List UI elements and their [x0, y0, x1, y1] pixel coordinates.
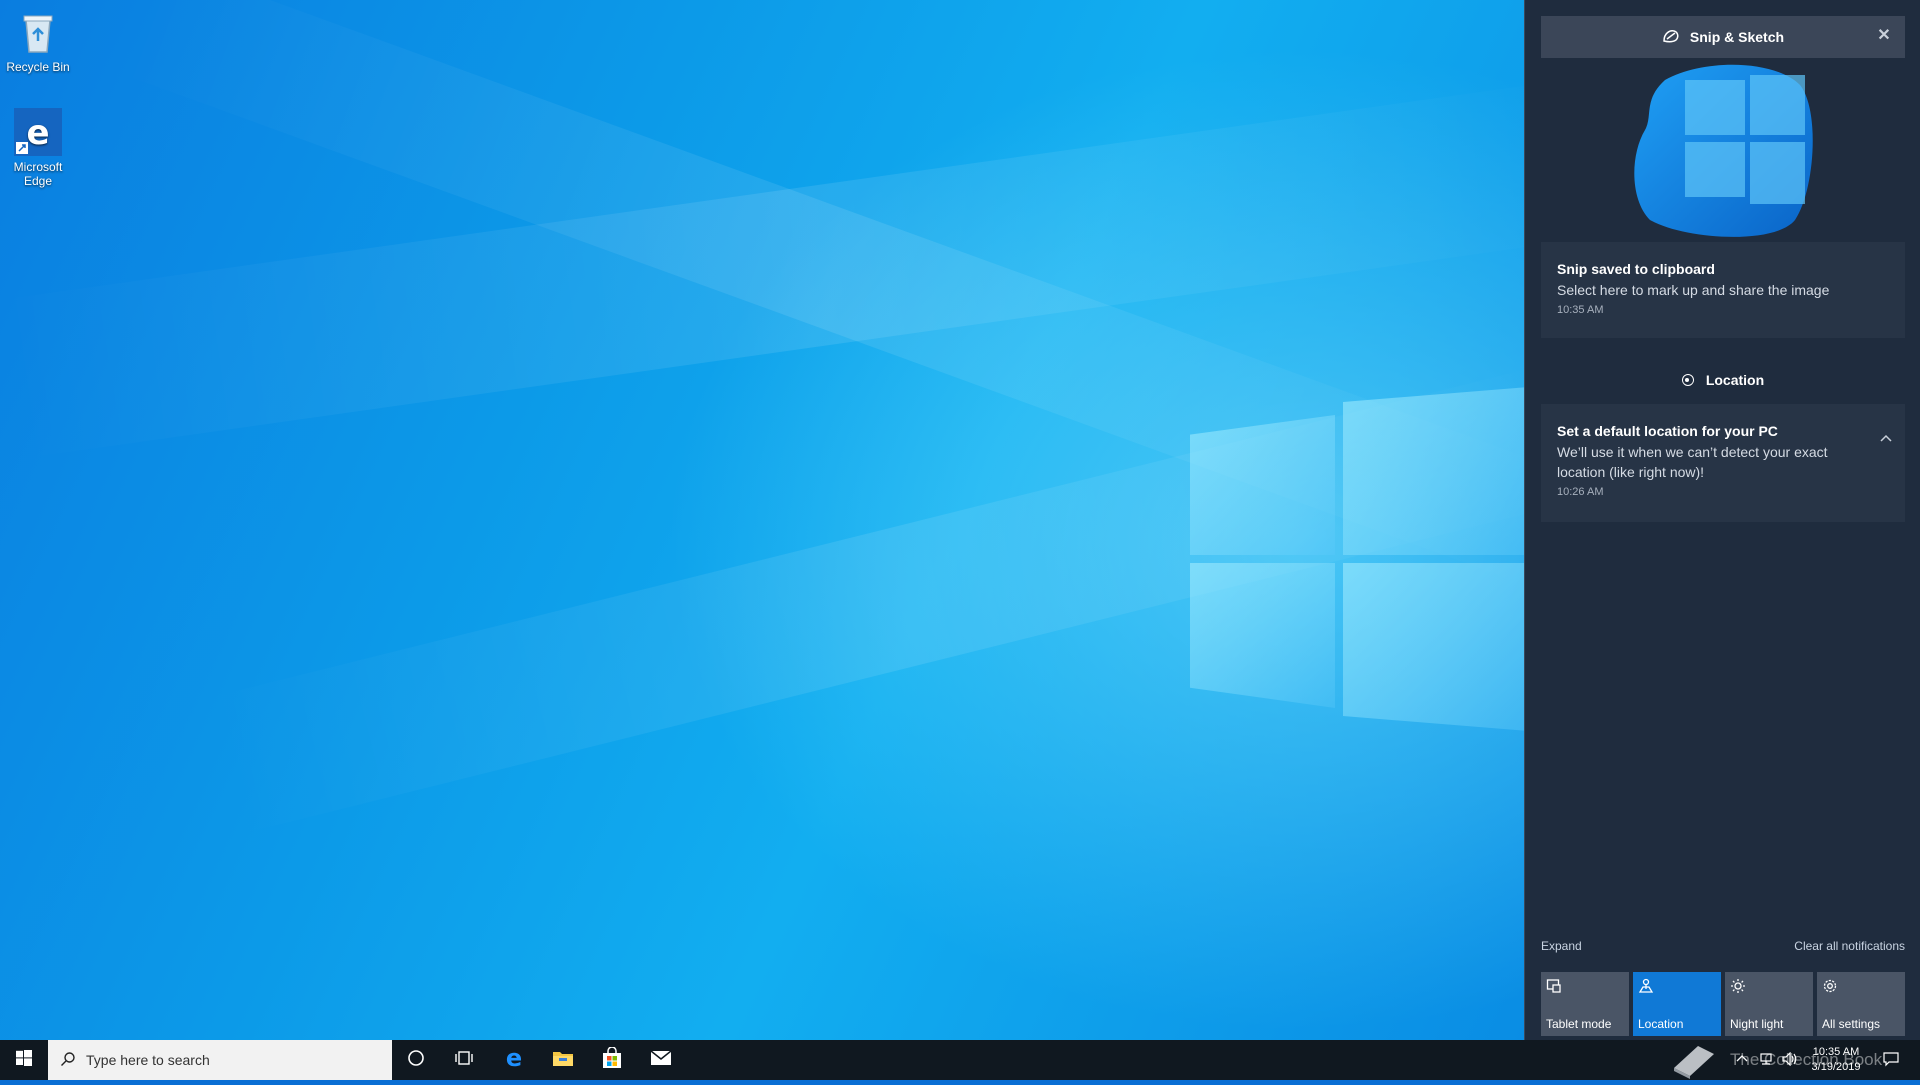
- logo-pane: [1190, 415, 1335, 555]
- network-button[interactable]: [1758, 1040, 1774, 1080]
- close-group-button[interactable]: ✕: [1875, 27, 1893, 45]
- expand-link[interactable]: Expand: [1541, 939, 1582, 953]
- windows-start-icon: [16, 1049, 32, 1071]
- network-icon: [1758, 1052, 1774, 1069]
- edge-icon: e: [503, 1044, 525, 1074]
- mail-icon: [650, 1049, 672, 1072]
- chevron-up-icon: [1736, 1053, 1748, 1068]
- location-group-header[interactable]: Location: [1541, 365, 1905, 395]
- toast-body: Select here to mark up and share the ima…: [1557, 282, 1830, 298]
- gear-icon: [1822, 978, 1900, 996]
- store-icon: [601, 1045, 623, 1074]
- tablet-mode-icon: [1546, 978, 1624, 996]
- taskbar-file-explorer-button[interactable]: [539, 1040, 587, 1080]
- toast-time: 10:35 AM: [1557, 304, 1604, 316]
- taskbar-store-button[interactable]: [588, 1040, 636, 1080]
- edge-icon: e: [14, 108, 62, 156]
- clock-time: 10:35 AM: [1812, 1046, 1860, 1058]
- location-icon: [1681, 374, 1694, 386]
- snip-thumbnail-image: [1625, 60, 1825, 240]
- action-center: Snip & Sketch ✕ Snip saved to clipboard …: [1524, 0, 1920, 1040]
- windows-logo-wallpaper: [1190, 385, 1524, 733]
- taskbar-edge-button[interactable]: e: [490, 1040, 538, 1080]
- logo-pane: [1343, 563, 1524, 733]
- taskbar-mail-button[interactable]: [637, 1040, 685, 1080]
- search-placeholder: Type here to search: [86, 1052, 210, 1068]
- taskbar: Type here to search e The Collection Boo…: [0, 1040, 1920, 1080]
- snip-sketch-app-name: Snip & Sketch: [1689, 29, 1785, 45]
- logo-pane: [1190, 563, 1335, 708]
- location-icon: [1638, 978, 1716, 996]
- toast-title: Snip saved to clipboard: [1557, 261, 1715, 277]
- logo-pane: [1343, 385, 1524, 555]
- cortana-button[interactable]: [392, 1040, 440, 1080]
- quick-action-label: Night light: [1730, 1017, 1784, 1031]
- taskbar-clock[interactable]: 10:35 AM 3/19/2019: [1806, 1040, 1866, 1080]
- night-light-icon: [1730, 978, 1808, 996]
- volume-button[interactable]: [1782, 1040, 1798, 1080]
- toast-body: We’ll use it when we can’t detect your e…: [1557, 444, 1828, 480]
- toast-time: 10:26 AM: [1557, 486, 1604, 498]
- toast-title: Set a default location for your PC: [1557, 423, 1778, 439]
- chevron-up-icon[interactable]: [1879, 432, 1893, 446]
- action-center-button[interactable]: [1876, 1040, 1906, 1080]
- search-icon: [60, 1051, 76, 1070]
- snip-saved-toast[interactable]: Snip saved to clipboard Select here to m…: [1541, 242, 1905, 338]
- location-group-name: Location: [1705, 372, 1765, 388]
- recycle-bin-icon: [14, 8, 62, 56]
- file-explorer-icon: [552, 1048, 574, 1073]
- svg-text:e: e: [506, 1047, 522, 1069]
- quick-action-night-light[interactable]: Night light: [1725, 972, 1813, 1036]
- desktop-icon-label: Recycle Bin: [6, 60, 70, 74]
- quick-action-label: Location: [1638, 1017, 1684, 1031]
- notification-icon: [1883, 1051, 1899, 1070]
- watermark-book-logo: [1668, 1042, 1720, 1080]
- snip-sketch-group-header[interactable]: Snip & Sketch ✕: [1541, 16, 1905, 58]
- clock-date: 3/19/2019: [1811, 1061, 1861, 1073]
- default-location-toast[interactable]: Set a default location for your PC We’ll…: [1541, 404, 1905, 522]
- quick-action-location[interactable]: Location: [1633, 972, 1721, 1036]
- cortana-icon: [407, 1049, 425, 1072]
- desktop-icon-recycle-bin[interactable]: Recycle Bin: [0, 8, 76, 74]
- taskbar-search-box[interactable]: Type here to search: [48, 1040, 392, 1080]
- svg-text:e: e: [26, 113, 49, 153]
- start-button[interactable]: [0, 1040, 48, 1080]
- quick-action-label: All settings: [1822, 1017, 1881, 1031]
- clear-all-notifications-link[interactable]: Clear all notifications: [1794, 939, 1905, 953]
- quick-action-tablet-mode[interactable]: Tablet mode: [1541, 972, 1629, 1036]
- volume-icon: [1782, 1051, 1798, 1069]
- show-hidden-icons-button[interactable]: [1736, 1040, 1748, 1080]
- task-view-button[interactable]: [440, 1040, 488, 1080]
- snip-sketch-app-icon: [1662, 29, 1680, 46]
- desktop-background: Recycle Bin e Microsoft Edge: [0, 0, 1524, 1040]
- desktop-icon-label: Microsoft Edge: [13, 160, 63, 188]
- quick-action-all-settings[interactable]: All settings: [1817, 972, 1905, 1036]
- desktop-icon-microsoft-edge[interactable]: e Microsoft Edge: [0, 108, 76, 188]
- quick-action-label: Tablet mode: [1546, 1017, 1612, 1031]
- task-view-icon: [455, 1049, 473, 1072]
